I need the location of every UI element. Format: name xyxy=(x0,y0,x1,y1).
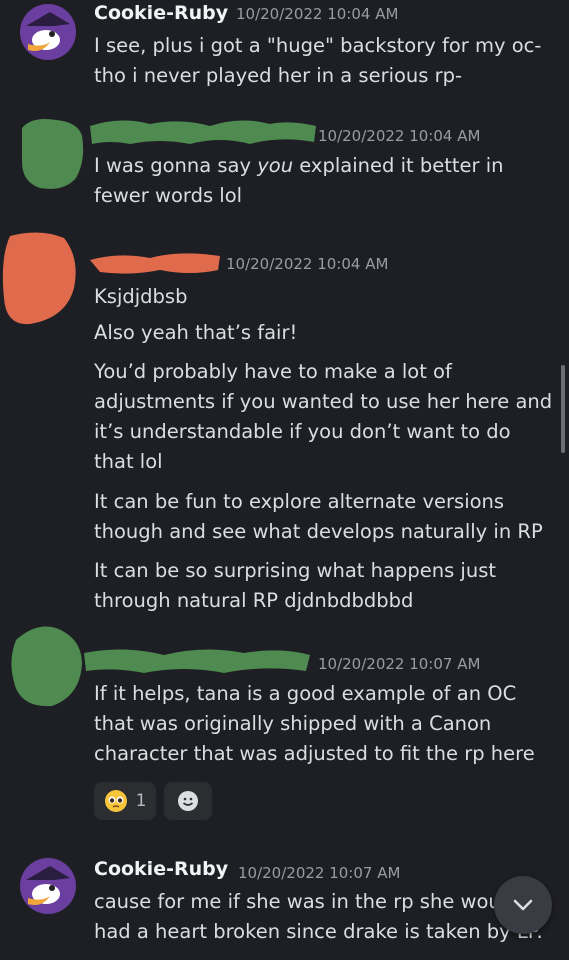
message-line: fewer words lol xyxy=(94,184,243,207)
smile-add-icon xyxy=(178,791,198,811)
avatar[interactable] xyxy=(6,620,86,710)
scrollbar[interactable] xyxy=(561,365,565,453)
message-line: I was gonna say you explained it better … xyxy=(94,154,504,177)
redacted-username xyxy=(84,649,310,673)
message-paragraph: Ksjdjdbsb xyxy=(94,285,188,308)
message-text: cause for me if she was in the rp she wo… xyxy=(94,890,543,943)
message-text: If it helps, tana is a good example of a… xyxy=(94,682,535,765)
avatar[interactable] xyxy=(20,858,76,914)
add-reaction-button[interactable] xyxy=(164,782,212,820)
message-paragraph: You’d probably have to make a lot of adj… xyxy=(94,360,553,473)
message-timestamp: 10/20/2022 10:07 AM xyxy=(238,864,401,882)
reaction-count: 1 xyxy=(135,791,147,811)
redacted-username xyxy=(90,253,220,274)
avatar[interactable] xyxy=(0,228,80,328)
message-timestamp: 10/20/2022 10:04 AM xyxy=(226,255,389,273)
avatar[interactable] xyxy=(20,4,76,60)
pleading-face-emoji xyxy=(104,790,127,812)
username[interactable]: Cookie-Ruby xyxy=(94,2,228,24)
message-timestamp: 10/20/2022 10:04 AM xyxy=(236,5,399,23)
message-line: I see, plus i got a "huge" backstory for… xyxy=(94,34,542,57)
message-paragraph: It can be fun to explore alternate versi… xyxy=(94,490,543,543)
redacted-username xyxy=(90,120,316,144)
reaction-pill[interactable]: 1 xyxy=(94,782,156,820)
message-paragraph: It can be so surprising what happens jus… xyxy=(94,559,497,612)
message-timestamp: 10/20/2022 10:04 AM xyxy=(318,127,481,145)
avatar[interactable] xyxy=(16,116,88,192)
message-line: tho i never played her in a serious rp- xyxy=(94,64,463,87)
chevron-down-icon xyxy=(513,899,533,911)
message-timestamp: 10/20/2022 10:07 AM xyxy=(318,655,481,673)
username[interactable]: Cookie-Ruby xyxy=(94,858,228,880)
jump-to-present-button[interactable] xyxy=(494,876,552,934)
message-paragraph: Also yeah that’s fair! xyxy=(94,321,298,344)
